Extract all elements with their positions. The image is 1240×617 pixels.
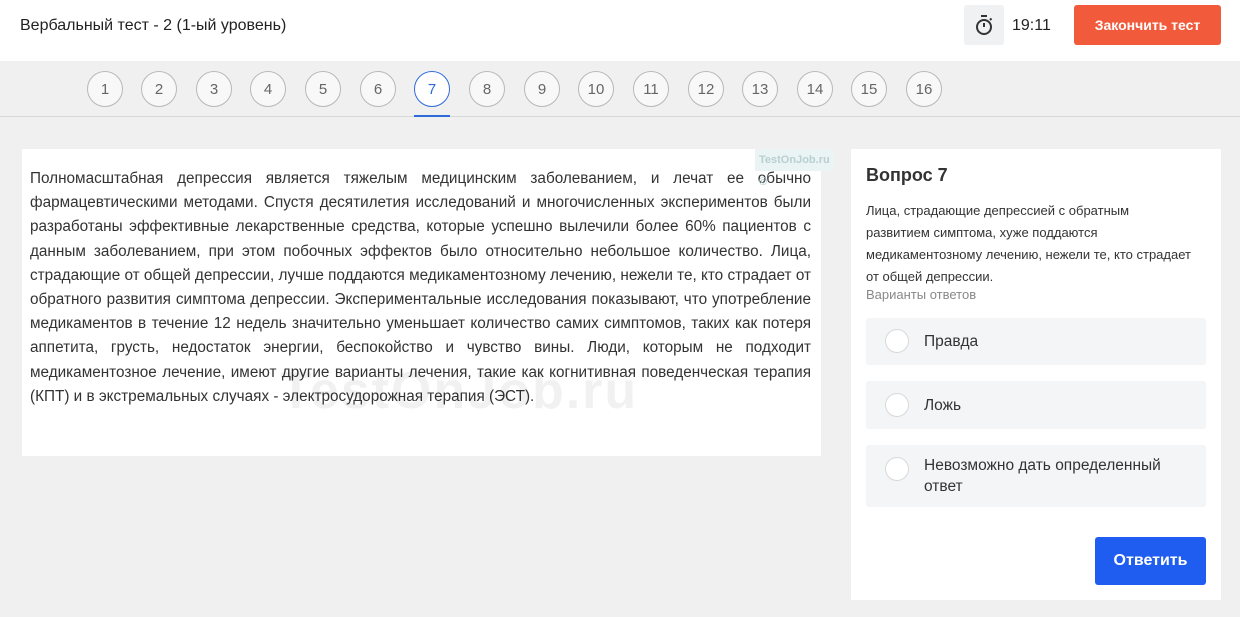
question-title: Вопрос 7 <box>866 165 948 185</box>
question-nav-16[interactable]: 16 <box>906 71 942 107</box>
question-nav-10[interactable]: 10 <box>578 71 614 107</box>
option-label: Ложь <box>924 397 962 414</box>
options-heading: Варианты ответов <box>866 287 977 302</box>
question-nav-4[interactable]: 4 <box>250 71 286 107</box>
question-nav-13[interactable]: 13 <box>742 71 778 107</box>
question-text: Лица, страдающие депрессией с обратным р… <box>866 203 1191 284</box>
finish-test-button[interactable]: Закончить тест <box>1074 5 1221 45</box>
question-nav-7[interactable]: 7 <box>414 71 450 107</box>
watermark-badge: TestOnJob.ru © <box>755 149 834 188</box>
question-nav-2[interactable]: 2 <box>141 71 177 107</box>
stopwatch-icon <box>964 5 1004 45</box>
passage-panel: Полномасштабная депрессия является тяжел… <box>22 149 834 456</box>
option-label: Невозможно дать определенный ответ <box>924 457 1161 495</box>
question-nav-11[interactable]: 11 <box>633 71 669 107</box>
question-navigation: 1 2 3 4 5 6 7 8 9 10 11 12 13 14 15 16 <box>0 61 1240 117</box>
answer-option-cannot-say[interactable]: Невозможно дать определенный ответ <box>866 445 1206 507</box>
radio-button[interactable] <box>885 329 909 353</box>
radio-button[interactable] <box>885 393 909 417</box>
question-nav-6[interactable]: 6 <box>360 71 396 107</box>
option-label: Правда <box>924 333 979 350</box>
passage-text: Полномасштабная депрессия является тяжел… <box>30 170 811 405</box>
answer-option-true[interactable]: Правда <box>866 318 1206 365</box>
question-nav-3[interactable]: 3 <box>196 71 232 107</box>
question-panel: Вопрос 7 Лица, страдающие депрессией с о… <box>851 149 1221 600</box>
question-nav-14[interactable]: 14 <box>797 71 833 107</box>
test-title: Вербальный тест - 2 (1-ый уровень) <box>20 17 287 34</box>
answer-option-false[interactable]: Ложь <box>866 381 1206 429</box>
active-question-indicator <box>414 115 450 117</box>
question-nav-5[interactable]: 5 <box>305 71 341 107</box>
question-nav-12[interactable]: 12 <box>688 71 724 107</box>
header-bar: Вербальный тест - 2 (1-ый уровень) 19:11… <box>0 0 1240 61</box>
radio-button[interactable] <box>885 457 909 481</box>
question-nav-1[interactable]: 1 <box>87 71 123 107</box>
question-nav-15[interactable]: 15 <box>851 71 887 107</box>
submit-answer-button[interactable]: Ответить <box>1095 537 1206 585</box>
question-nav-8[interactable]: 8 <box>469 71 505 107</box>
question-nav-9[interactable]: 9 <box>524 71 560 107</box>
timer-display: 19:11 <box>1012 17 1051 34</box>
